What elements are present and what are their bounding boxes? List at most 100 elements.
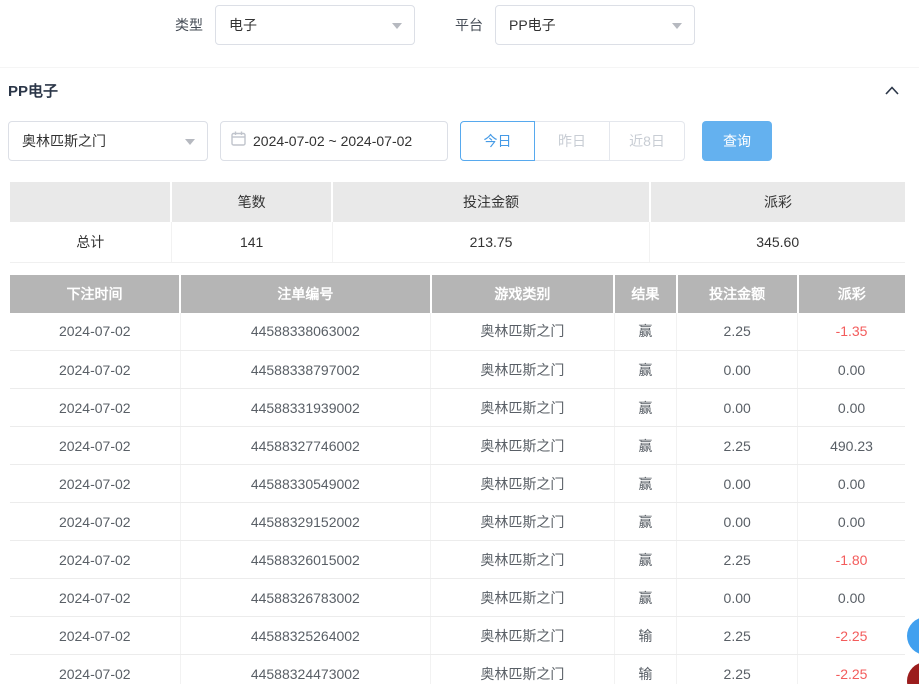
cell-date: 2024-07-02 [10, 351, 180, 389]
date-range-input[interactable]: 2024-07-02 ~ 2024-07-02 [220, 121, 448, 161]
type-label: 类型 [175, 15, 203, 35]
platform-label: 平台 [455, 15, 483, 35]
summary-header-bet-amount: 投注金额 [332, 182, 650, 222]
table-row: 2024-07-0244588338797002奥林匹斯之门赢0.000.00 [10, 351, 905, 389]
total-bet-amount: 213.75 [332, 222, 650, 262]
cell-date: 2024-07-02 [10, 503, 180, 541]
chevron-down-icon [392, 23, 402, 29]
table-row: 2024-07-0244588325264002奥林匹斯之门输2.25-2.25 [10, 617, 905, 655]
filter-row: 奥林匹斯之门 2024-07-02 ~ 2024-07-02 今日 昨日 近8日… [0, 121, 919, 161]
cell-game: 奥林匹斯之门 [431, 655, 614, 684]
header-payout: 派彩 [798, 275, 905, 313]
header-bet-time: 下注时间 [10, 275, 180, 313]
cell-result: 赢 [614, 427, 677, 465]
summary-header-row: 笔数 投注金额 派彩 [10, 182, 905, 222]
summary-header-count: 笔数 [171, 182, 332, 222]
cell-result: 赢 [614, 465, 677, 503]
cell-order-id: 44588325264002 [180, 617, 431, 655]
cell-result: 赢 [614, 351, 677, 389]
cell-result: 赢 [614, 579, 677, 617]
table-row: 2024-07-0244588329152002奥林匹斯之门赢0.000.00 [10, 503, 905, 541]
query-button[interactable]: 查询 [702, 121, 772, 161]
cell-order-id: 44588331939002 [180, 389, 431, 427]
total-payout: 345.60 [650, 222, 905, 262]
type-select[interactable]: 电子 [215, 5, 415, 45]
cell-order-id: 44588324473002 [180, 655, 431, 684]
cell-game: 奥林匹斯之门 [431, 313, 614, 351]
floating-service-button[interactable] [907, 662, 919, 684]
cell-game: 奥林匹斯之门 [431, 389, 614, 427]
cell-date: 2024-07-02 [10, 465, 180, 503]
table-row: 2024-07-0244588326783002奥林匹斯之门赢0.000.00 [10, 579, 905, 617]
cell-game: 奥林匹斯之门 [431, 541, 614, 579]
cell-date: 2024-07-02 [10, 541, 180, 579]
game-select[interactable]: 奥林匹斯之门 [8, 121, 208, 161]
summary-header-payout: 派彩 [650, 182, 905, 222]
table-row: 2024-07-0244588327746002奥林匹斯之门赢2.25490.2… [10, 427, 905, 465]
cell-game: 奥林匹斯之门 [431, 465, 614, 503]
type-select-value: 电子 [229, 15, 257, 35]
cell-bet-amount: 2.25 [677, 617, 798, 655]
header-bet-amount: 投注金额 [677, 275, 798, 313]
cell-payout: 0.00 [798, 351, 905, 389]
cell-date: 2024-07-02 [10, 313, 180, 351]
game-select-value: 奥林匹斯之门 [22, 131, 106, 151]
cell-bet-amount: 2.25 [677, 427, 798, 465]
table-row: 2024-07-0244588330549002奥林匹斯之门赢0.000.00 [10, 465, 905, 503]
collapse-chevron-up-icon[interactable] [885, 86, 899, 95]
cell-game: 奥林匹斯之门 [431, 351, 614, 389]
cell-payout: 0.00 [798, 465, 905, 503]
cell-result: 输 [614, 617, 677, 655]
cell-game: 奥林匹斯之门 [431, 427, 614, 465]
cell-bet-amount: 0.00 [677, 465, 798, 503]
cell-bet-amount: 2.25 [677, 655, 798, 684]
table-row: 2024-07-0244588324473002奥林匹斯之门输2.25-2.25 [10, 655, 905, 684]
section-title: PP电子 [8, 80, 58, 101]
calendar-icon [231, 131, 246, 151]
cell-order-id: 44588326015002 [180, 541, 431, 579]
summary-table: 笔数 投注金额 派彩 总计 141 213.75 345.60 [10, 182, 905, 263]
last8days-button[interactable]: 近8日 [610, 121, 685, 161]
cell-bet-amount: 0.00 [677, 351, 798, 389]
header-order-id: 注单编号 [180, 275, 431, 313]
cell-payout: 490.23 [798, 427, 905, 465]
today-button[interactable]: 今日 [460, 121, 535, 161]
summary-total-row: 总计 141 213.75 345.60 [10, 222, 905, 262]
cell-payout: 0.00 [798, 503, 905, 541]
cell-order-id: 44588330549002 [180, 465, 431, 503]
date-range-value: 2024-07-02 ~ 2024-07-02 [253, 133, 412, 149]
cell-payout: -2.25 [798, 655, 905, 684]
cell-bet-amount: 0.00 [677, 389, 798, 427]
cell-bet-amount: 0.00 [677, 579, 798, 617]
cell-game: 奥林匹斯之门 [431, 579, 614, 617]
header-result: 结果 [614, 275, 677, 313]
table-row: 2024-07-0244588338063002奥林匹斯之门赢2.25-1.35 [10, 313, 905, 351]
bet-table-header-row: 下注时间 注单编号 游戏类别 结果 投注金额 派彩 [10, 275, 905, 313]
floating-chat-button[interactable] [907, 617, 919, 655]
yesterday-button[interactable]: 昨日 [535, 121, 610, 161]
cell-date: 2024-07-02 [10, 655, 180, 684]
cell-result: 赢 [614, 389, 677, 427]
table-row: 2024-07-0244588326015002奥林匹斯之门赢2.25-1.80 [10, 541, 905, 579]
cell-payout: 0.00 [798, 389, 905, 427]
cell-order-id: 44588329152002 [180, 503, 431, 541]
top-filter-bar: 类型 电子 平台 PP电子 [175, 5, 919, 45]
cell-result: 赢 [614, 503, 677, 541]
bet-table: 下注时间 注单编号 游戏类别 结果 投注金额 派彩 2024-07-024458… [10, 275, 905, 684]
chevron-down-icon [672, 23, 682, 29]
cell-payout: -1.80 [798, 541, 905, 579]
chevron-down-icon [185, 139, 195, 145]
cell-game: 奥林匹斯之门 [431, 503, 614, 541]
cell-order-id: 44588338797002 [180, 351, 431, 389]
bet-table-body: 2024-07-0244588338063002奥林匹斯之门赢2.25-1.35… [10, 313, 905, 684]
cell-date: 2024-07-02 [10, 427, 180, 465]
cell-date: 2024-07-02 [10, 579, 180, 617]
platform-select[interactable]: PP电子 [495, 5, 695, 45]
cell-result: 赢 [614, 313, 677, 351]
cell-date: 2024-07-02 [10, 389, 180, 427]
cell-bet-amount: 2.25 [677, 313, 798, 351]
platform-select-value: PP电子 [509, 15, 556, 35]
section-header: PP电子 [0, 67, 919, 101]
cell-bet-amount: 2.25 [677, 541, 798, 579]
cell-result: 输 [614, 655, 677, 684]
